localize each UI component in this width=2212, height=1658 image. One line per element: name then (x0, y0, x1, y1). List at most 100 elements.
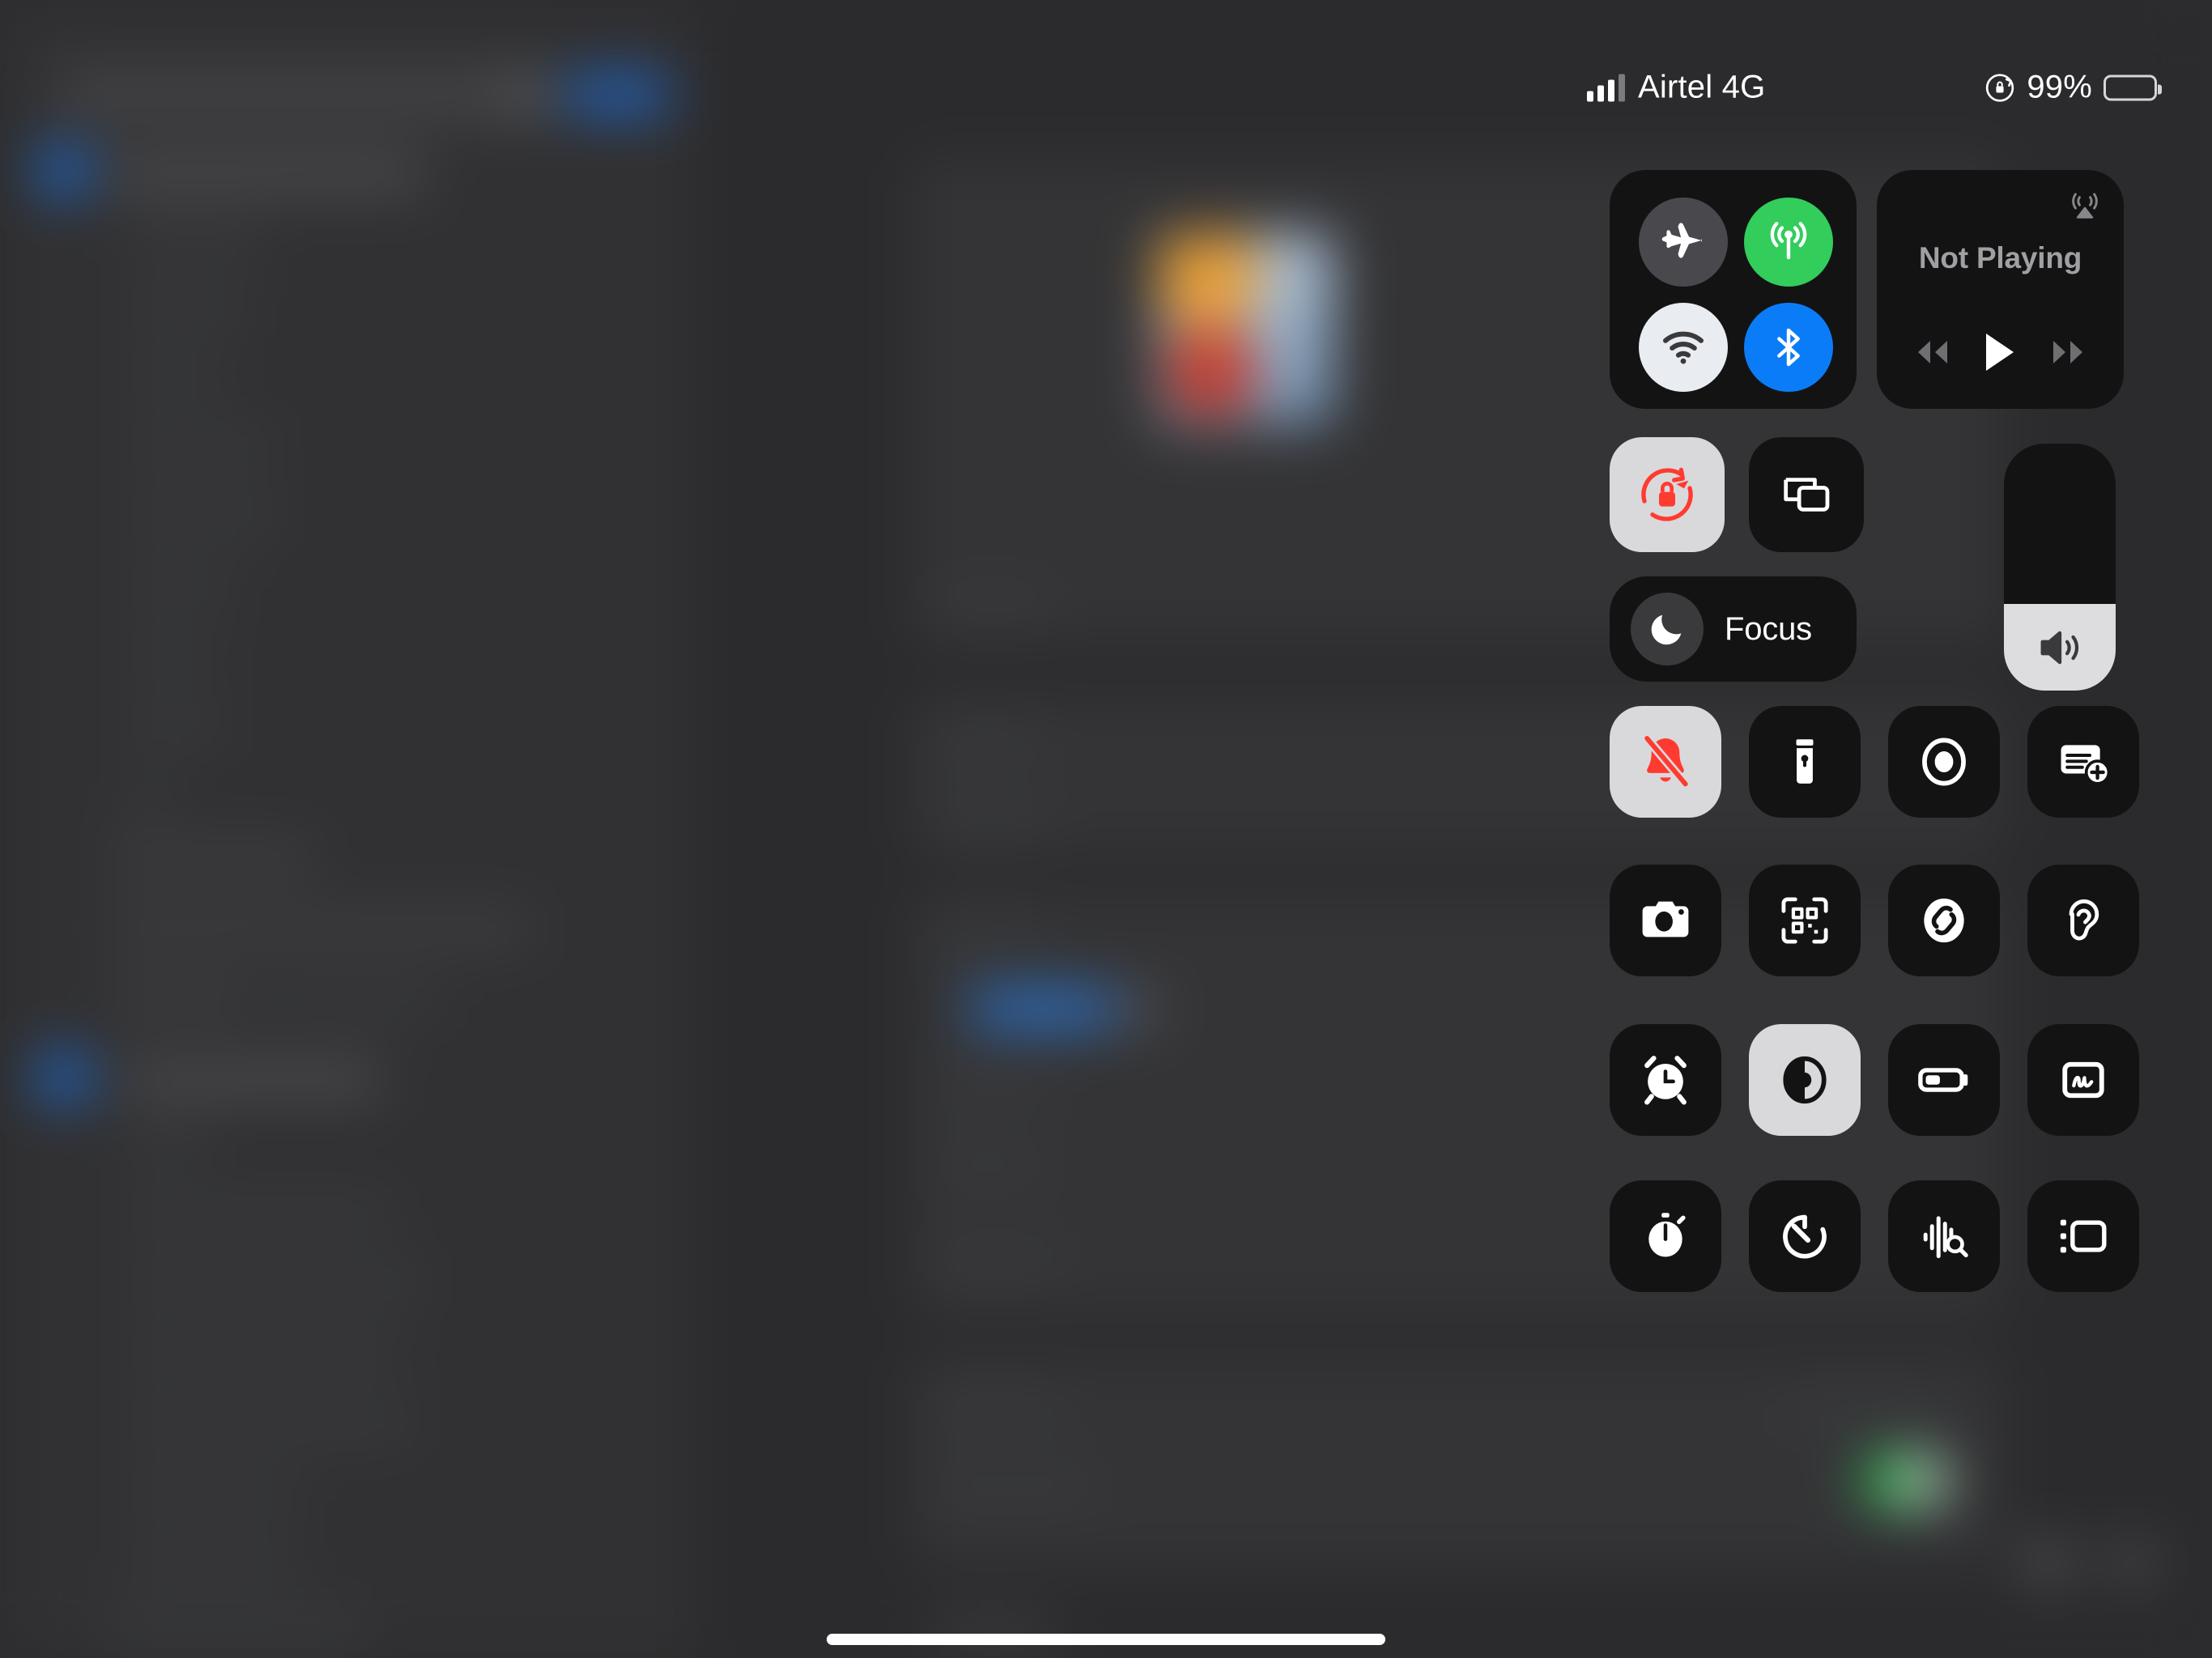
shazam-icon (1914, 891, 1974, 950)
home-indicator[interactable] (827, 1634, 1385, 1645)
background-card-label (931, 727, 1044, 758)
rotation-lock-button[interactable] (1610, 437, 1725, 552)
background-icon (2113, 1542, 2152, 1581)
volume-slider[interactable] (2004, 444, 2116, 691)
connectivity-module (1610, 170, 1857, 409)
timer-button[interactable] (1749, 1180, 1861, 1292)
background-search-clear-icon (512, 77, 547, 113)
background-card-label (931, 1615, 1053, 1651)
focus-button[interactable]: Focus (1610, 576, 1857, 682)
flashlight-button[interactable] (1749, 706, 1861, 818)
background-list-item (125, 359, 223, 392)
bell-slash-icon (1636, 732, 1695, 792)
background-card-label (931, 808, 1053, 839)
moon-icon (1631, 593, 1704, 665)
background-card-label (931, 1472, 1093, 1503)
background-thumbnail (1159, 235, 1334, 425)
screen-mirroring-button[interactable] (1749, 437, 1864, 552)
screen-recording-button[interactable] (1888, 706, 2000, 818)
timer-icon (1776, 1207, 1834, 1265)
background-list-item (125, 1127, 211, 1159)
background-card-label (931, 591, 1053, 623)
alarm-button[interactable] (1610, 1024, 1721, 1136)
quick-note-button[interactable] (2027, 1024, 2139, 1136)
wifi-icon (1660, 324, 1707, 371)
airplay-icon[interactable] (2067, 188, 2103, 223)
background-list-item (125, 1405, 413, 1438)
background-icon (2024, 1542, 2073, 1583)
cellular-data-button[interactable] (1744, 198, 1833, 287)
screen-mirroring-icon (1776, 464, 1837, 525)
background-card-label (931, 1247, 1061, 1278)
background-list-item (125, 429, 275, 461)
background-list-item (125, 1545, 296, 1577)
media-title-label: Not Playing (1918, 241, 2082, 274)
flashlight-icon (1776, 733, 1833, 790)
background-list-item (112, 912, 533, 946)
sound-recognition-icon (1914, 1206, 1974, 1266)
background-card-value (1781, 1394, 1943, 1423)
volume-slider-fill (2004, 604, 2116, 691)
background-list-item (125, 499, 279, 531)
wifi-button[interactable] (1639, 303, 1728, 392)
background-list-item (125, 290, 251, 322)
background-list-item (125, 1197, 393, 1229)
dark-mode-button[interactable] (1749, 1024, 1861, 1136)
background-list-item (109, 154, 425, 193)
background-list-item (125, 777, 174, 810)
background-toggle (1862, 1457, 1947, 1504)
hearing-button[interactable] (2027, 865, 2139, 976)
bluetooth-button[interactable] (1744, 303, 1833, 392)
fast-forward-button[interactable] (2048, 338, 2087, 367)
background-list-item (112, 981, 249, 1015)
background-icon (1121, 989, 1160, 1028)
background-card-label (931, 919, 1049, 950)
focus-label: Focus (1725, 610, 1812, 647)
stage-manager-icon (2054, 1207, 2112, 1265)
new-note-button[interactable] (2027, 706, 2139, 818)
stopwatch-icon (1636, 1207, 1695, 1265)
background-list-item (125, 708, 227, 740)
background-list-item (112, 842, 314, 876)
silent-mode-button[interactable] (1610, 706, 1721, 818)
low-battery-icon (1913, 1049, 1975, 1111)
background-avatar (39, 1052, 89, 1103)
background-link (972, 992, 1113, 1026)
rewind-button[interactable] (1913, 338, 1952, 367)
background-list-item (125, 568, 235, 601)
airplane-mode-button[interactable] (1639, 198, 1728, 287)
background-list-item (125, 1475, 300, 1507)
background-list-item (105, 1614, 364, 1650)
code-scanner-button[interactable] (1749, 865, 1861, 976)
background-list-item (125, 1336, 401, 1368)
camera-button[interactable] (1610, 865, 1721, 976)
background-list-item (121, 1061, 381, 1098)
media-playback-module: Not Playing (1877, 170, 2124, 409)
sound-recognition-button[interactable] (1888, 1180, 2000, 1292)
new-note-icon (2053, 732, 2113, 792)
stopwatch-button[interactable] (1610, 1180, 1721, 1292)
background-list-item (125, 220, 263, 253)
qr-scanner-icon (1776, 891, 1834, 950)
alarm-clock-icon (1636, 1050, 1695, 1110)
low-power-mode-button[interactable] (1888, 1024, 2000, 1136)
play-button[interactable] (1983, 332, 2017, 372)
background-card-label (931, 1069, 1053, 1099)
stage-manager-button[interactable] (2027, 1180, 2139, 1292)
dark-mode-icon (1774, 1049, 1836, 1111)
background-avatar (39, 146, 89, 196)
background-card-label (931, 1392, 1061, 1423)
ear-icon (2054, 891, 2112, 950)
quick-note-icon (2055, 1052, 2112, 1108)
shazam-button[interactable] (1888, 865, 2000, 976)
background-list-item (125, 1266, 425, 1299)
camera-icon (1636, 891, 1695, 950)
record-icon (1913, 731, 1975, 793)
rotation-lock-icon (1635, 462, 1699, 527)
background-cancel-button (567, 79, 668, 110)
background-list-item (125, 638, 219, 670)
background-card (911, 1356, 2004, 1567)
background-list-item (267, 983, 441, 1014)
cellular-icon (1763, 217, 1814, 267)
speaker-icon (2034, 622, 2086, 674)
